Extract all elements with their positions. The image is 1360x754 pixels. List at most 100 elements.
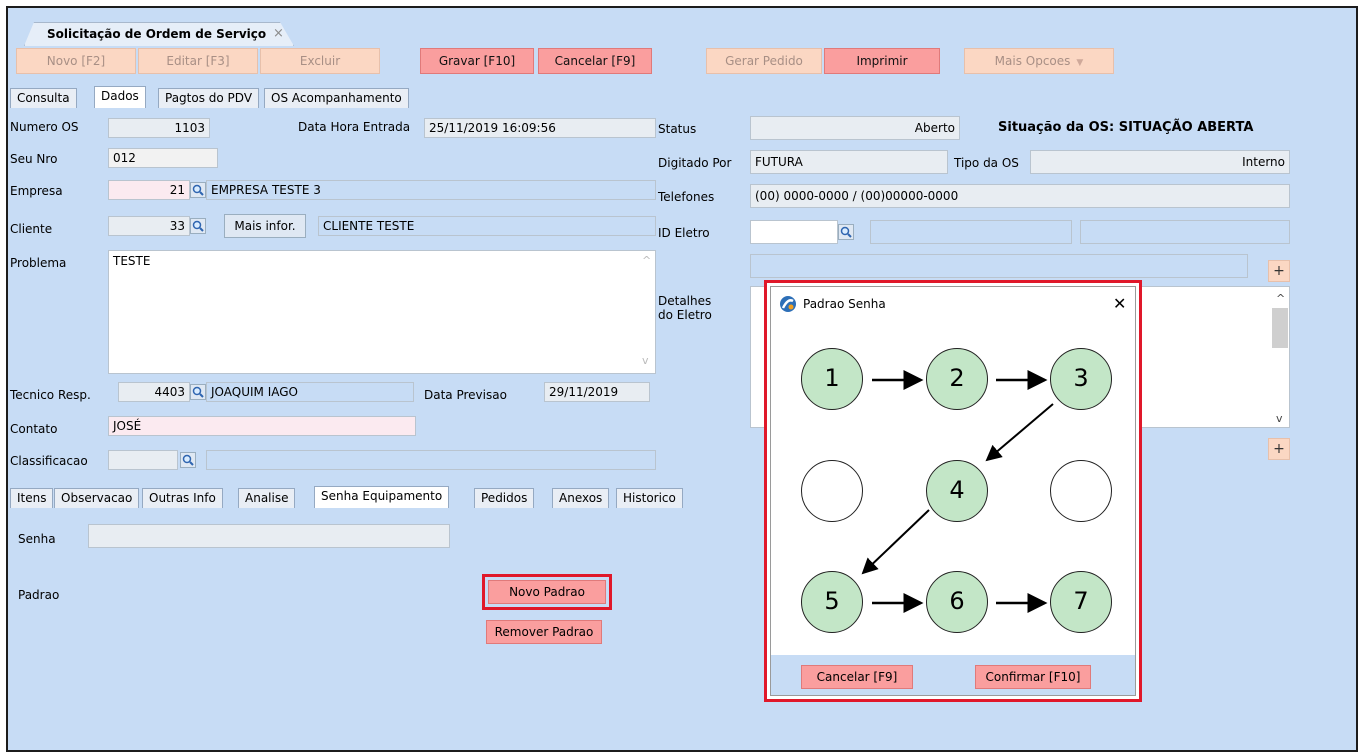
senha-field[interactable] — [88, 524, 450, 548]
detalhes-label-line2: do Eletro — [658, 308, 712, 322]
pattern-node-1[interactable]: 1 — [801, 348, 863, 410]
digitado-label: Digitado Por — [658, 156, 732, 170]
chevron-down-icon: ▼ — [1076, 58, 1084, 68]
empresa-lookup-icon[interactable] — [190, 182, 206, 198]
pattern-node-5[interactable]: 5 — [801, 571, 863, 633]
problema-scroll-down-icon[interactable]: v — [642, 354, 649, 367]
tab-senha-equipamento[interactable]: Senha Equipamento — [314, 486, 450, 508]
pattern-node-6[interactable]: 6 — [926, 571, 988, 633]
id-eletro-lookup-icon[interactable] — [838, 224, 854, 240]
tab-observacao[interactable]: Observacao — [54, 488, 140, 508]
classificacao-lookup-icon[interactable] — [180, 452, 196, 468]
tecnico-lookup-icon[interactable] — [190, 384, 206, 400]
digitado-field: FUTURA — [750, 150, 948, 174]
tab-historico[interactable]: Historico — [616, 488, 683, 508]
tab-itens[interactable]: Itens — [10, 488, 54, 508]
pattern-node-empty-right[interactable] — [1050, 460, 1112, 522]
mais-infor-button[interactable]: Mais infor. — [224, 214, 306, 238]
seu-nro-field[interactable]: 012 — [108, 148, 218, 168]
padrao-senha-dialog: Padrao Senha ✕ 1 2 3 4 5 6 7 Cancelar [F… — [764, 280, 1142, 702]
tecnico-name-field: JOAQUIM IAGO — [206, 382, 414, 402]
problema-scroll-up-icon[interactable]: ^ — [642, 254, 651, 267]
cliente-lookup-icon[interactable] — [190, 218, 206, 234]
tab-anexos[interactable]: Anexos — [552, 488, 610, 508]
mais-opcoes-button[interactable]: Mais Opcoes ▼ — [964, 48, 1114, 74]
window-tab-title: Solicitação de Ordem de Serviço — [47, 27, 267, 41]
detalhes-scroll-up-icon[interactable]: ^ — [1276, 292, 1285, 305]
detalhes-scroll-down-icon[interactable]: v — [1276, 412, 1283, 425]
imprimir-button[interactable]: Imprimir — [824, 48, 940, 74]
tab-os-acompanhamento[interactable]: OS Acompanhamento — [264, 88, 409, 108]
excluir-button[interactable]: Excluir — [260, 48, 380, 74]
tipo-os-field[interactable]: Interno — [1030, 150, 1290, 174]
id-eletro-label: ID Eletro — [658, 226, 710, 240]
id-eletro-field[interactable] — [750, 220, 838, 244]
novo-button[interactable]: Novo [F2] — [16, 48, 136, 74]
status-label: Status — [658, 122, 697, 136]
contato-label: Contato — [10, 422, 58, 436]
contato-field[interactable]: JOSÉ — [108, 416, 416, 436]
data-previsao-field[interactable]: 29/11/2019 — [544, 382, 650, 402]
situacao-text: Situação da OS: SITUAÇÃO ABERTA — [998, 120, 1254, 135]
telefones-label: Telefones — [658, 190, 715, 204]
empresa-label: Empresa — [10, 184, 63, 198]
id-eletro-extra-field — [1080, 220, 1290, 244]
classificacao-name-field — [206, 450, 656, 470]
window-tab[interactable]: Solicitação de Ordem de Serviço × — [24, 22, 294, 46]
dialog-footer: Cancelar [F9] Confirmar [F10] — [771, 655, 1135, 695]
classificacao-label: Classificacao — [10, 454, 88, 468]
pattern-node-4[interactable]: 4 — [926, 460, 988, 522]
pattern-node-empty-left[interactable] — [801, 460, 863, 522]
novo-padrao-button[interactable]: Novo Padrao — [488, 580, 606, 604]
editar-button[interactable]: Editar [F3] — [138, 48, 258, 74]
arrow-3-4 — [985, 403, 1054, 462]
arrow-4-5 — [861, 509, 930, 575]
data-previsao-label: Data Previsao — [424, 388, 507, 402]
cancelar-button[interactable]: Cancelar [F9] — [538, 48, 652, 74]
problema-label: Problema — [10, 256, 67, 270]
add-eletro-button[interactable]: + — [1268, 260, 1290, 282]
add-detalhes-button[interactable]: + — [1268, 438, 1290, 460]
classificacao-code-field[interactable] — [108, 450, 178, 470]
cliente-code-field[interactable]: 33 — [108, 216, 190, 236]
empresa-name-field: EMPRESA TESTE 3 — [206, 180, 656, 200]
pattern-node-2[interactable]: 2 — [926, 348, 988, 410]
tab-pagtos-pdv[interactable]: Pagtos do PDV — [158, 88, 260, 108]
tab-outras-info[interactable]: Outras Info — [142, 488, 223, 508]
gravar-button[interactable]: Gravar [F10] — [420, 48, 534, 74]
dialog-confirm-button[interactable]: Confirmar [F10] — [975, 665, 1091, 689]
tecnico-code-field[interactable]: 4403 — [118, 382, 190, 402]
problema-text: TESTE — [113, 254, 151, 268]
dialog-body: Padrao Senha ✕ 1 2 3 4 5 6 7 Cancelar [F… — [770, 286, 1136, 696]
gerar-pedido-button[interactable]: Gerar Pedido — [706, 48, 822, 74]
close-tab-icon[interactable]: × — [273, 26, 284, 41]
numero-os-field[interactable]: 1103 — [108, 118, 210, 138]
senha-label: Senha — [18, 532, 56, 546]
cliente-name-field: CLIENTE TESTE — [318, 216, 656, 236]
data-hora-field[interactable]: 25/11/2019 16:09:56 — [424, 118, 656, 138]
pattern-node-7[interactable]: 7 — [1050, 571, 1112, 633]
tab-consulta[interactable]: Consulta — [10, 88, 77, 108]
tipo-os-label: Tipo da OS — [954, 156, 1019, 170]
empresa-code-field[interactable]: 21 — [108, 180, 190, 200]
tecnico-label: Tecnico Resp. — [10, 388, 91, 402]
tab-pedidos[interactable]: Pedidos — [474, 488, 535, 508]
cliente-label: Cliente — [10, 222, 53, 236]
status-field: Aberto — [750, 116, 960, 140]
data-hora-label: Data Hora Entrada — [298, 120, 411, 134]
tab-analise[interactable]: Analise — [238, 488, 296, 508]
remover-padrao-button[interactable]: Remover Padrao — [486, 620, 602, 644]
detalhes-scrollbar-thumb[interactable] — [1272, 308, 1288, 348]
dialog-cancel-button[interactable]: Cancelar [F9] — [801, 665, 913, 689]
id-eletro-desc-field — [870, 220, 1072, 244]
problema-textarea[interactable]: TESTE — [108, 250, 656, 374]
tab-dados[interactable]: Dados — [94, 86, 146, 108]
numero-os-label: Numero OS — [10, 120, 79, 134]
detalhes-eletro-label: Detalhes do Eletro — [658, 294, 712, 322]
seu-nro-label: Seu Nro — [10, 152, 58, 166]
telefones-field: (00) 0000-0000 / (00)00000-0000 — [750, 184, 1290, 208]
detalhes-label-line1: Detalhes — [658, 294, 712, 308]
padrao-label: Padrao — [18, 588, 60, 602]
mais-opcoes-label: Mais Opcoes — [994, 54, 1071, 68]
pattern-node-3[interactable]: 3 — [1050, 348, 1112, 410]
